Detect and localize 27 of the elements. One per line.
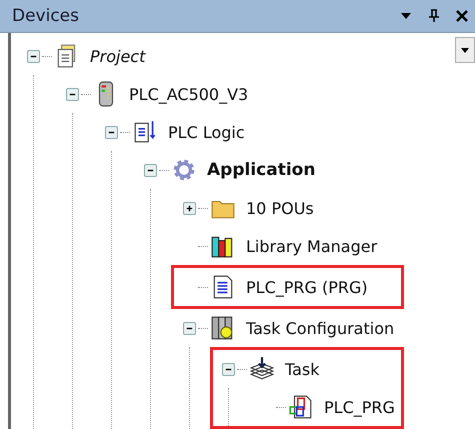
tree-item-label[interactable]: PLC Logic [168,122,245,142]
tree-item-label[interactable]: Application [207,160,316,180]
panel-title: Devices [12,6,80,26]
dropdown-button[interactable] [455,37,475,63]
gear-icon [171,157,197,183]
tree-item-label[interactable]: PLC_AC500_V3 [129,84,248,104]
document-icon [288,394,314,420]
collapse-toggle[interactable] [105,126,118,138]
plus-icon [185,204,194,212]
collapse-toggle[interactable] [183,322,196,334]
tree-item-label[interactable]: PLC_PRG [324,398,395,416]
tree-item-label[interactable]: Library Manager [246,236,378,256]
expand-toggle[interactable] [183,202,196,214]
collapse-toggle[interactable] [27,50,40,62]
collapse-toggle[interactable] [222,362,235,376]
tree-item-label[interactable]: 10 POUs [246,198,314,218]
tree-item-label[interactable]: Task Configuration [246,318,394,338]
collapse-toggle[interactable] [66,88,79,100]
tree-item-label[interactable]: PLC_PRG (PRG) [246,278,368,296]
collapse-toggle[interactable] [144,164,157,176]
close-icon[interactable] [455,9,469,23]
tree-item-label[interactable]: Task [285,360,320,378]
tree-item-label[interactable]: Project [90,46,146,66]
caret-icon [460,45,470,55]
pin-icon[interactable] [427,9,441,23]
document-icon [132,119,158,145]
stack-icon [249,356,275,382]
